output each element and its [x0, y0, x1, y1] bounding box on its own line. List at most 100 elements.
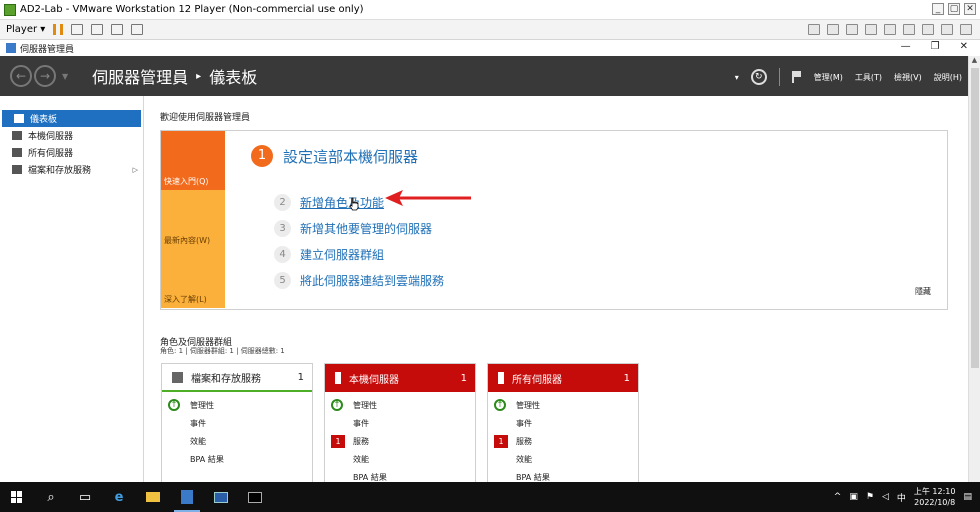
- network-adapter-icon[interactable]: [865, 24, 877, 35]
- minimize-button[interactable]: —: [901, 41, 911, 52]
- internet-explorer-icon[interactable]: e: [102, 482, 136, 512]
- back-button[interactable]: ←: [10, 65, 32, 87]
- header-menu-bar: ▾ ↻ 管理(M) 工具(T) 檢視(V) 說明(H): [735, 68, 962, 86]
- server-manager-app-icon: [6, 43, 16, 53]
- menu-help[interactable]: 說明(H): [934, 72, 962, 83]
- player-menu[interactable]: Player ▾: [6, 24, 45, 35]
- notifications-icon[interactable]: ▤: [963, 492, 972, 502]
- tile-header[interactable]: 所有伺服器 1: [488, 364, 638, 392]
- vmware-device-icons: [808, 24, 972, 35]
- tile-row-services[interactable]: 1 服務: [488, 432, 638, 450]
- cd-drive-icon[interactable]: [827, 24, 839, 35]
- tab-whats-new[interactable]: 最新內容(W): [161, 190, 225, 249]
- scroll-up-icon[interactable]: ▲: [969, 56, 980, 64]
- floppy-icon[interactable]: [846, 24, 858, 35]
- usb-icon[interactable]: [884, 24, 896, 35]
- sidebar-item-dashboard[interactable]: 儀表板: [2, 110, 141, 127]
- step-create-group[interactable]: 4 建立伺服器群組: [274, 241, 444, 267]
- forward-button[interactable]: →: [34, 65, 56, 87]
- vertical-scrollbar[interactable]: ▲: [968, 56, 980, 482]
- vmware-close-button[interactable]: ✕: [964, 3, 976, 15]
- message-icon[interactable]: [960, 24, 972, 35]
- vmware-minimize-button[interactable]: _: [932, 3, 944, 15]
- tile-row-performance[interactable]: 效能: [325, 450, 475, 468]
- menu-tools[interactable]: 工具(T): [855, 72, 882, 83]
- tab-quick-start[interactable]: 快速入門(Q): [161, 131, 225, 190]
- sidebar-item-local-server[interactable]: 本機伺服器: [0, 127, 143, 144]
- tile-row-events[interactable]: 事件: [162, 414, 312, 432]
- tile-file-storage[interactable]: 檔案和存放服務 1 ↑ 管理性 事件 效能 BPA 結果: [161, 363, 313, 482]
- hard-disk-icon[interactable]: [808, 24, 820, 35]
- notifications-flag-icon[interactable]: [791, 71, 802, 83]
- tile-row-bpa[interactable]: BPA 結果: [162, 450, 312, 468]
- command-prompt-icon[interactable]: [238, 482, 272, 512]
- quick-start-title[interactable]: 1 設定這部本機伺服器: [251, 145, 418, 167]
- tile-row-manageability[interactable]: ↑ 管理性: [162, 396, 312, 414]
- pause-icon[interactable]: [53, 24, 64, 35]
- tab-learn-more[interactable]: 深入了解(L): [161, 249, 225, 308]
- tile-row-events[interactable]: 事件: [325, 414, 475, 432]
- tile-all-servers[interactable]: 所有伺服器 1 ↑ 管理性 事件 1 服務 效能 BPA 結果: [487, 363, 639, 482]
- clock[interactable]: 上午 12:10 2022/10/8: [914, 486, 956, 508]
- configure-local-server-link[interactable]: 設定這部本機伺服器: [283, 146, 418, 167]
- step-add-servers[interactable]: 3 新增其他要管理的伺服器: [274, 215, 444, 241]
- connect-cloud-link[interactable]: 將此伺服器連結到雲端服務: [300, 272, 444, 289]
- row-label: 效能: [353, 454, 369, 464]
- menu-view[interactable]: 檢視(V): [894, 72, 922, 83]
- fullscreen-icon[interactable]: [111, 24, 124, 35]
- close-button[interactable]: ✕: [960, 41, 968, 52]
- tile-row-services[interactable]: 1 服務: [325, 432, 475, 450]
- start-button[interactable]: [0, 482, 34, 512]
- sidebar-item-all-servers[interactable]: 所有伺服器: [0, 144, 143, 161]
- sidebar-item-label: 本機伺服器: [28, 132, 74, 142]
- task-view-icon[interactable]: ▭: [68, 482, 102, 512]
- tray-overflow-icon[interactable]: ^: [834, 492, 842, 502]
- printer-icon[interactable]: [922, 24, 934, 35]
- expand-arrow-icon[interactable]: ▷: [133, 166, 138, 174]
- tile-row-manageability[interactable]: ↑ 管理性: [325, 396, 475, 414]
- header-divider: [778, 68, 780, 86]
- breadcrumb-app[interactable]: 伺服器管理員: [92, 64, 188, 88]
- restore-button[interactable]: ❐: [931, 41, 940, 52]
- hide-link[interactable]: 隱藏: [915, 286, 931, 297]
- refresh-dropdown-icon[interactable]: ▾: [735, 73, 739, 82]
- send-ctrl-alt-del-icon[interactable]: [71, 24, 84, 35]
- tile-row-performance[interactable]: 效能: [488, 450, 638, 468]
- unity-icon[interactable]: [91, 24, 104, 35]
- row-label: 事件: [353, 418, 369, 428]
- display-icon[interactable]: [941, 24, 953, 35]
- action-center-icon[interactable]: ⚑: [866, 492, 874, 502]
- hand-cursor-icon: [349, 197, 359, 211]
- volume-icon[interactable]: ◁: [882, 492, 889, 502]
- vmware-toolbar: Player ▾: [0, 20, 980, 40]
- sound-card-icon[interactable]: [903, 24, 915, 35]
- server-manager-taskbar-icon[interactable]: [170, 482, 204, 512]
- file-explorer-icon[interactable]: [136, 482, 170, 512]
- taskbar: ⌕ ▭ e ^ ▣ ⚑ ◁ 中 上午 12:10 2022/10/8 ▤: [0, 482, 980, 512]
- tile-row-manageability[interactable]: ↑ 管理性: [488, 396, 638, 414]
- tile-local-server[interactable]: 本機伺服器 1 ↑ 管理性 事件 1 服務 效能 BPA 結果: [324, 363, 476, 482]
- tile-header[interactable]: 檔案和存放服務 1: [162, 364, 312, 392]
- powershell-icon[interactable]: [204, 482, 238, 512]
- clock-date: 2022/10/8: [914, 498, 956, 507]
- tile-row-performance[interactable]: 效能: [162, 432, 312, 450]
- quick-start-panel: 快速入門(Q) 最新內容(W) 深入了解(L) 1 設定這部本機伺服器 2 新增…: [160, 130, 948, 310]
- tile-row-events[interactable]: 事件: [488, 414, 638, 432]
- history-dropdown-icon[interactable]: ▼: [62, 72, 68, 81]
- create-server-group-link[interactable]: 建立伺服器群組: [300, 246, 384, 263]
- menu-manage[interactable]: 管理(M): [814, 72, 843, 83]
- sidebar-item-file-storage[interactable]: 檔案和存放服務 ▷: [0, 161, 143, 178]
- row-label: 服務: [353, 436, 369, 446]
- tile-header[interactable]: 本機伺服器 1: [325, 364, 475, 392]
- vmware-maximize-button[interactable]: ▢: [948, 3, 960, 15]
- console-view-icon[interactable]: [131, 24, 144, 35]
- status-ok-icon: ↑: [331, 399, 343, 411]
- scrollbar-thumb[interactable]: [971, 68, 979, 368]
- ime-indicator[interactable]: 中: [897, 491, 906, 504]
- network-icon[interactable]: ▣: [849, 492, 858, 502]
- refresh-icon[interactable]: ↻: [750, 69, 767, 85]
- add-servers-link[interactable]: 新增其他要管理的伺服器: [300, 220, 432, 237]
- add-roles-features-link[interactable]: 新增角色及功能: [300, 194, 384, 211]
- step-connect-cloud[interactable]: 5 將此伺服器連結到雲端服務: [274, 267, 444, 293]
- search-icon[interactable]: ⌕: [34, 482, 68, 512]
